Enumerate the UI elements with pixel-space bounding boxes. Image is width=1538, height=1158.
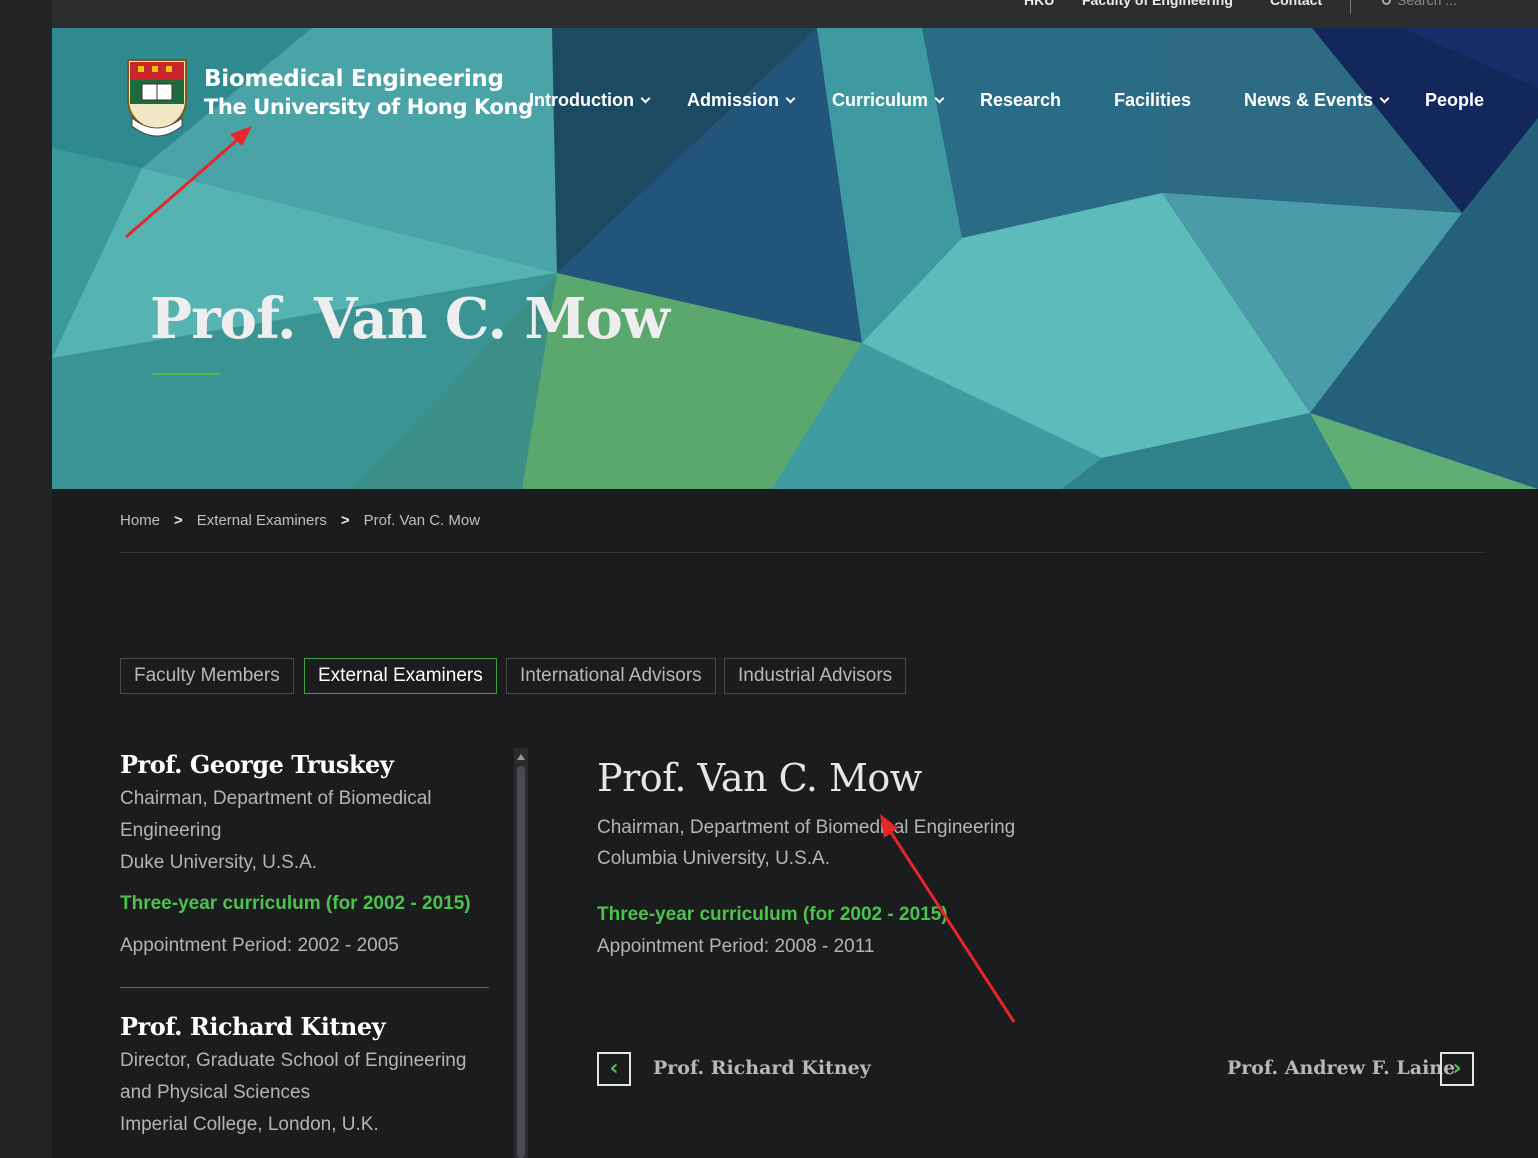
page: HKU Faculty of Engineering Contact Searc… — [52, 0, 1538, 1158]
top-link-faculty-of-engineering[interactable]: Faculty of Engineering — [1082, 0, 1233, 8]
next-arrow-icon[interactable]: › — [1440, 1052, 1474, 1086]
search-input[interactable]: Search ... — [1382, 0, 1457, 8]
hero-banner: Biomedical Engineering The University of… — [52, 28, 1538, 489]
chevron-down-icon — [785, 93, 796, 104]
search-placeholder: Search ... — [1397, 0, 1457, 8]
nav-news-events[interactable]: News & Events — [1244, 90, 1390, 111]
examiner-list: Prof. George Truskey Chairman, Departmen… — [120, 750, 492, 1141]
chevron-down-icon — [1379, 93, 1390, 104]
top-utility-bar: HKU Faculty of Engineering Contact Searc… — [52, 0, 1538, 28]
breadcrumb-current: Prof. Van C. Mow — [363, 512, 481, 529]
title-underline — [152, 373, 220, 375]
detail-appointment: Appointment Period: 2008 - 2011 — [597, 936, 875, 957]
prev-examiner-link[interactable]: Prof. Richard Kitney — [653, 1057, 871, 1079]
nav-label: Admission — [687, 90, 780, 110]
brand-title[interactable]: Biomedical Engineering — [204, 66, 504, 92]
prev-arrow-icon[interactable]: ‹ — [597, 1052, 631, 1086]
list-item-title: Chairman, Department of Biomedical — [120, 788, 432, 809]
nav-introduction[interactable]: Introduction — [529, 90, 651, 111]
nav-label: News & Events — [1244, 90, 1374, 110]
nav-label: Research — [980, 90, 1062, 110]
tab-external-examiners[interactable]: External Examiners — [304, 658, 497, 694]
examiner-detail: Prof. Van C. Mow Chairman, Department of… — [597, 756, 1015, 964]
detail-curriculum[interactable]: Three-year curriculum (for 2002 - 2015) — [597, 900, 1015, 930]
nav-label: Curriculum — [832, 90, 929, 110]
list-item-curriculum: Three-year curriculum (for 2002 - 2015) — [120, 893, 471, 914]
brand-subtitle[interactable]: The University of Hong Kong — [204, 95, 533, 119]
list-item[interactable]: Prof. Richard Kitney Director, Graduate … — [120, 1012, 492, 1141]
nav-facilities[interactable]: Facilities — [1114, 90, 1191, 111]
list-item-title: Director, Graduate School of Engineering — [120, 1050, 467, 1071]
list-item-institution: Duke University, U.S.A. — [120, 852, 318, 873]
breadcrumb-separator: > — [174, 512, 183, 529]
left-gutter — [0, 0, 52, 1158]
tab-international-advisors[interactable]: International Advisors — [506, 658, 716, 694]
breadcrumb-external-examiners[interactable]: External Examiners — [197, 512, 327, 529]
list-scrollbar-thumb[interactable] — [517, 766, 525, 1158]
chevron-down-icon — [934, 93, 945, 104]
list-item-title: and Physical Sciences — [120, 1082, 311, 1103]
nav-label: Introduction — [529, 90, 634, 110]
list-item[interactable]: Prof. George Truskey Chairman, Departmen… — [120, 750, 492, 961]
breadcrumb-divider — [120, 552, 1483, 553]
list-item-title: Engineering — [120, 820, 222, 841]
nav-people[interactable]: People — [1425, 90, 1484, 111]
scroll-up-arrow-icon[interactable] — [517, 754, 525, 760]
next-examiner-link[interactable]: Prof. Andrew F. Laine — [1227, 1057, 1455, 1079]
page-title: Prof. Van C. Mow — [150, 286, 670, 352]
list-item-name[interactable]: Prof. George Truskey — [120, 750, 492, 779]
chevron-down-icon — [640, 93, 651, 104]
hku-crest-logo — [127, 59, 187, 137]
list-item-name[interactable]: Prof. Richard Kitney — [120, 1012, 492, 1041]
nav-curriculum[interactable]: Curriculum — [832, 90, 945, 111]
tab-faculty-members[interactable]: Faculty Members — [120, 658, 294, 694]
nav-admission[interactable]: Admission — [687, 90, 796, 111]
top-link-contact[interactable]: Contact — [1270, 0, 1322, 8]
breadcrumb-home[interactable]: Home — [120, 512, 160, 529]
breadcrumb: Home > External Examiners > Prof. Van C. Mow — [120, 512, 494, 529]
nav-label: Facilities — [1114, 90, 1192, 110]
list-item-institution: Imperial College, London, U.K. — [120, 1114, 379, 1135]
nav-label: People — [1425, 90, 1485, 110]
detail-title: Chairman, Department of Biomedical Engin… — [597, 817, 1016, 838]
nav-research[interactable]: Research — [980, 90, 1061, 111]
list-divider — [120, 987, 489, 988]
top-link-hku[interactable]: HKU — [1024, 0, 1054, 8]
detail-institution: Columbia University, U.S.A. — [597, 848, 830, 869]
detail-name: Prof. Van C. Mow — [597, 756, 922, 800]
tab-industrial-advisors[interactable]: Industrial Advisors — [724, 658, 907, 694]
topbar-divider — [1350, 0, 1351, 14]
search-icon — [1382, 0, 1391, 5]
list-item-appointment: Appointment Period: 2002 - 2005 — [120, 935, 399, 956]
breadcrumb-separator: > — [340, 512, 350, 529]
